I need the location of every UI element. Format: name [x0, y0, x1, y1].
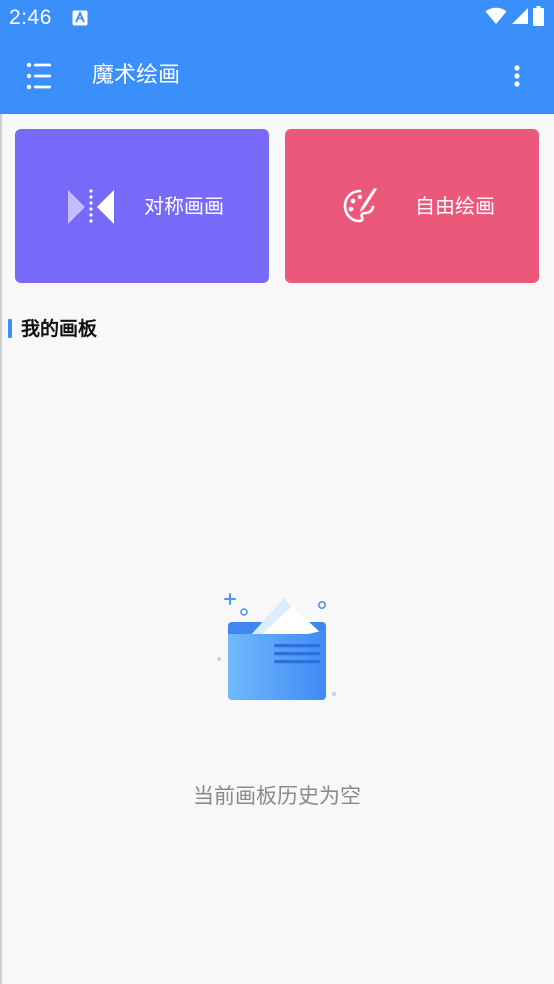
symmetric-card-label: 对称画画 [144, 194, 224, 218]
free-drawing-card[interactable]: 自由绘画 [285, 129, 539, 283]
palette-brush-icon [343, 187, 379, 229]
section-marker [8, 319, 12, 338]
app-title: 魔术绘画 [92, 63, 181, 88]
app-bar: 魔术绘画 [0, 37, 554, 114]
empty-state-text: 当前画板历史为空 [193, 784, 361, 808]
section-title: 我的画板 [21, 318, 98, 340]
mirror-symmetry-icon [68, 189, 114, 229]
app-notification-icon [72, 10, 88, 26]
wifi-icon [485, 7, 507, 29]
battery-icon [533, 6, 544, 30]
more-vert-icon[interactable] [510, 61, 524, 91]
list-menu-icon[interactable] [22, 61, 56, 91]
status-icons [485, 6, 544, 30]
empty-folder-icon [212, 592, 342, 702]
symmetric-drawing-card[interactable]: 对称画画 [15, 129, 269, 283]
window-edge [0, 114, 2, 984]
cell-signal-icon [511, 7, 529, 29]
screen: 2:46 魔术绘画 对称画画 自由绘画 我的画板 当前画板历史为空 [0, 0, 554, 984]
status-bar: 2:46 [0, 0, 554, 37]
free-card-label: 自由绘画 [415, 194, 495, 218]
status-time: 2:46 [9, 6, 52, 29]
